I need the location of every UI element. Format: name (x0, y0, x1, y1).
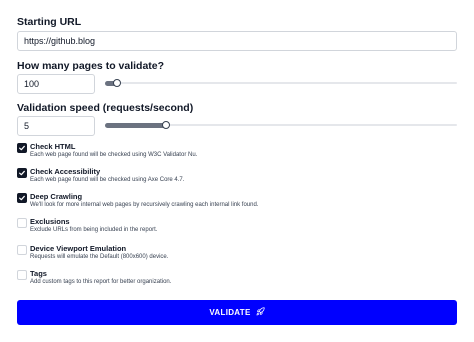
option-checkbox[interactable] (17, 193, 27, 203)
option-description: Add custom tags to this report for bette… (30, 279, 172, 285)
option-checkbox[interactable] (17, 218, 27, 228)
rocket-icon (256, 307, 265, 318)
option-2: Deep Crawling We'll look for more interna… (17, 192, 457, 213)
option-4: Device Viewport Emulation Requests will e… (17, 244, 457, 265)
starting-url-label: Starting URL (17, 16, 82, 28)
validate-button-label: VALIDATE (209, 308, 251, 317)
option-checkbox[interactable] (17, 270, 27, 280)
speed-label: Validation speed (requests/second) (17, 102, 194, 114)
option-title: Tags (30, 269, 47, 278)
option-1: Check Accessibility Each web page found w… (17, 167, 457, 188)
starting-url-input[interactable] (17, 31, 457, 51)
checkmark-icon (19, 145, 25, 151)
option-title: Device Viewport Emulation (30, 244, 127, 253)
option-3: Exclusions Exclude URLs from being includ… (17, 217, 457, 238)
pages-label: How many pages to validate? (17, 60, 165, 72)
option-5: Tags Add custom tags to this report for b… (17, 269, 457, 290)
option-description: Each web page found will be checked usin… (30, 177, 185, 183)
pages-input[interactable] (17, 74, 95, 94)
option-title: Deep Crawling (30, 192, 83, 201)
option-description: Each web page found will be checked usin… (30, 152, 198, 158)
option-title: Exclusions (30, 217, 70, 226)
option-checkbox[interactable] (17, 143, 27, 153)
pages-slider[interactable] (105, 79, 457, 87)
speed-input[interactable] (17, 116, 95, 136)
option-title: Check HTML (30, 142, 76, 151)
option-checkbox[interactable] (17, 245, 27, 255)
option-description: Exclude URLs from being included in the … (30, 227, 158, 233)
speed-slider-thumb[interactable] (162, 121, 170, 129)
speed-slider-fill (105, 122, 168, 128)
option-0: Check HTML Each web page found will be ch… (17, 142, 457, 163)
option-description: Requests will emulate the Default (800x6… (30, 254, 169, 260)
option-title: Check Accessibility (30, 167, 101, 176)
option-description: We'll look for more internal web pages b… (30, 202, 259, 208)
checkmark-icon (19, 170, 25, 176)
option-checkbox[interactable] (17, 168, 27, 178)
validate-button[interactable]: VALIDATE (17, 300, 457, 325)
speed-slider[interactable] (105, 121, 457, 129)
pages-slider-thumb[interactable] (113, 79, 121, 87)
checkmark-icon (19, 195, 25, 201)
